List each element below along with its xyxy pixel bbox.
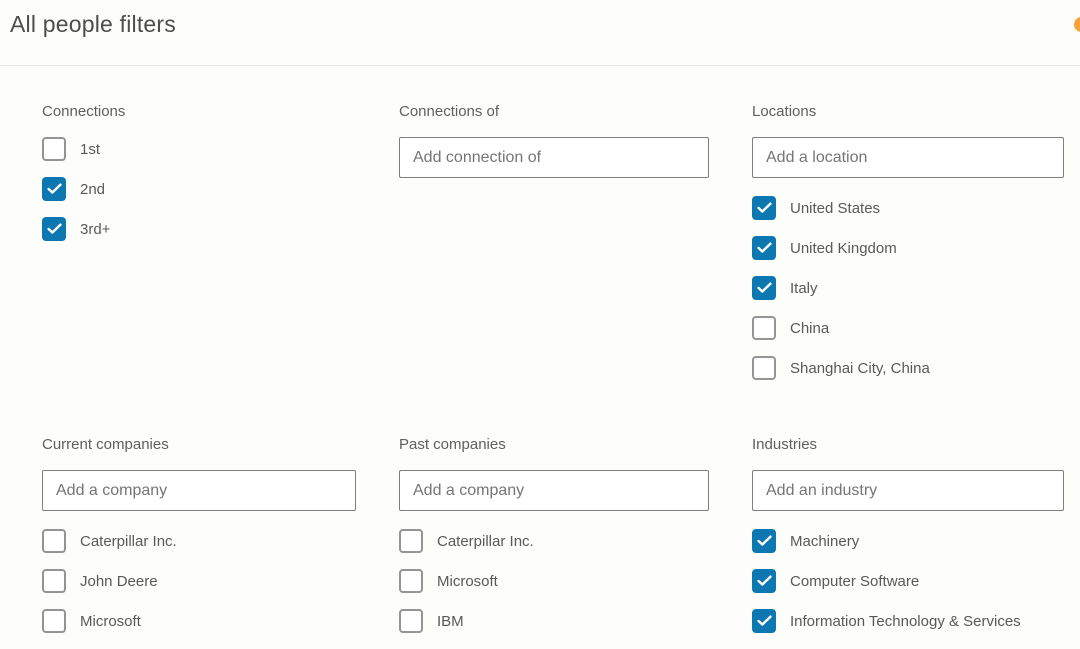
checkbox[interactable] bbox=[752, 196, 776, 220]
section-label: Industries bbox=[752, 436, 1064, 454]
locations-option-united-kingdom[interactable]: United Kingdom bbox=[752, 236, 1064, 260]
checkbox[interactable] bbox=[42, 217, 66, 241]
locations-option-list: United States United Kingdom Italy China bbox=[752, 196, 1064, 380]
checkbox-label: Caterpillar Inc. bbox=[80, 533, 177, 550]
connections-of-input[interactable] bbox=[399, 137, 709, 178]
current-companies-option-john-deere[interactable]: John Deere bbox=[42, 569, 356, 593]
section-current-companies: Current companies Caterpillar Inc. John … bbox=[42, 436, 356, 649]
checkmark-icon bbox=[757, 615, 772, 627]
checkmark-icon bbox=[757, 242, 772, 254]
checkbox-label: Caterpillar Inc. bbox=[437, 533, 534, 550]
current-companies-option-caterpillar[interactable]: Caterpillar Inc. bbox=[42, 529, 356, 553]
checkmark-icon bbox=[47, 183, 62, 195]
checkbox-label: 2nd bbox=[80, 181, 105, 198]
checkmark-icon bbox=[47, 223, 62, 235]
section-label: Locations bbox=[752, 103, 1064, 121]
checkbox[interactable] bbox=[42, 137, 66, 161]
past-companies-option-caterpillar[interactable]: Caterpillar Inc. bbox=[399, 529, 709, 553]
checkmark-icon bbox=[757, 282, 772, 294]
section-connections-of: Connections of bbox=[399, 103, 709, 436]
checkbox-label: 1st bbox=[80, 141, 100, 158]
industries-option-information-technology-services[interactable]: Information Technology & Services bbox=[752, 609, 1064, 633]
checkbox[interactable] bbox=[42, 609, 66, 633]
checkbox[interactable] bbox=[399, 609, 423, 633]
section-locations: Locations United States United Kingdom I… bbox=[752, 103, 1064, 436]
checkbox[interactable] bbox=[752, 569, 776, 593]
industries-input[interactable] bbox=[752, 470, 1064, 511]
checkbox-label: Computer Software bbox=[790, 573, 919, 590]
section-label: Connections of bbox=[399, 103, 709, 121]
current-companies-option-list: Caterpillar Inc. John Deere Microsoft bbox=[42, 529, 356, 633]
notification-dot-icon bbox=[1074, 17, 1080, 32]
industries-option-computer-software[interactable]: Computer Software bbox=[752, 569, 1064, 593]
past-companies-option-microsoft[interactable]: Microsoft bbox=[399, 569, 709, 593]
checkmark-icon bbox=[757, 575, 772, 587]
section-label: Current companies bbox=[42, 436, 356, 454]
connections-option-3rd-plus[interactable]: 3rd+ bbox=[42, 217, 356, 241]
checkbox[interactable] bbox=[752, 276, 776, 300]
page-title: All people filters bbox=[10, 11, 176, 38]
industries-option-list: Machinery Computer Software Information … bbox=[752, 529, 1064, 633]
checkbox-label: Information Technology & Services bbox=[790, 613, 1021, 630]
page-header: All people filters bbox=[0, 0, 1080, 66]
connections-option-1st[interactable]: 1st bbox=[42, 137, 356, 161]
checkmark-icon bbox=[757, 535, 772, 547]
checkbox[interactable] bbox=[42, 529, 66, 553]
locations-option-italy[interactable]: Italy bbox=[752, 276, 1064, 300]
checkbox-label: 3rd+ bbox=[80, 221, 110, 238]
checkbox[interactable] bbox=[752, 316, 776, 340]
checkbox-label: IBM bbox=[437, 613, 464, 630]
section-past-companies: Past companies Caterpillar Inc. Microsof… bbox=[399, 436, 709, 649]
checkbox-label: United Kingdom bbox=[790, 240, 897, 257]
checkbox[interactable] bbox=[42, 177, 66, 201]
past-companies-option-list: Caterpillar Inc. Microsoft IBM bbox=[399, 529, 709, 633]
current-companies-input[interactable] bbox=[42, 470, 356, 511]
connections-option-2nd[interactable]: 2nd bbox=[42, 177, 356, 201]
checkbox[interactable] bbox=[752, 609, 776, 633]
checkbox-label: Microsoft bbox=[437, 573, 498, 590]
checkbox-label: John Deere bbox=[80, 573, 158, 590]
checkbox-label: Machinery bbox=[790, 533, 859, 550]
checkbox-label: Microsoft bbox=[80, 613, 141, 630]
all-people-filters-page: { "header": { "title": "All people filte… bbox=[0, 0, 1080, 643]
past-companies-input[interactable] bbox=[399, 470, 709, 511]
checkbox[interactable] bbox=[752, 356, 776, 380]
checkbox[interactable] bbox=[752, 529, 776, 553]
locations-option-united-states[interactable]: United States bbox=[752, 196, 1064, 220]
connections-option-list: 1st 2nd 3rd+ bbox=[42, 137, 356, 241]
locations-option-china[interactable]: China bbox=[752, 316, 1064, 340]
filters-grid: Connections 1st 2nd 3rd+ bbox=[42, 103, 1080, 649]
checkbox[interactable] bbox=[752, 236, 776, 260]
past-companies-option-ibm[interactable]: IBM bbox=[399, 609, 709, 633]
section-label: Past companies bbox=[399, 436, 709, 454]
section-connections: Connections 1st 2nd 3rd+ bbox=[42, 103, 356, 436]
checkmark-icon bbox=[757, 202, 772, 214]
locations-input[interactable] bbox=[752, 137, 1064, 178]
current-companies-option-microsoft[interactable]: Microsoft bbox=[42, 609, 356, 633]
checkbox[interactable] bbox=[399, 569, 423, 593]
checkbox[interactable] bbox=[42, 569, 66, 593]
locations-option-shanghai-city-china[interactable]: Shanghai City, China bbox=[752, 356, 1064, 380]
checkbox-label: Italy bbox=[790, 280, 818, 297]
section-label: Connections bbox=[42, 103, 356, 121]
industries-option-machinery[interactable]: Machinery bbox=[752, 529, 1064, 553]
checkbox[interactable] bbox=[399, 529, 423, 553]
section-industries: Industries Machinery Computer Software I… bbox=[752, 436, 1064, 649]
checkbox-label: China bbox=[790, 320, 829, 337]
checkbox-label: United States bbox=[790, 200, 880, 217]
checkbox-label: Shanghai City, China bbox=[790, 360, 930, 377]
